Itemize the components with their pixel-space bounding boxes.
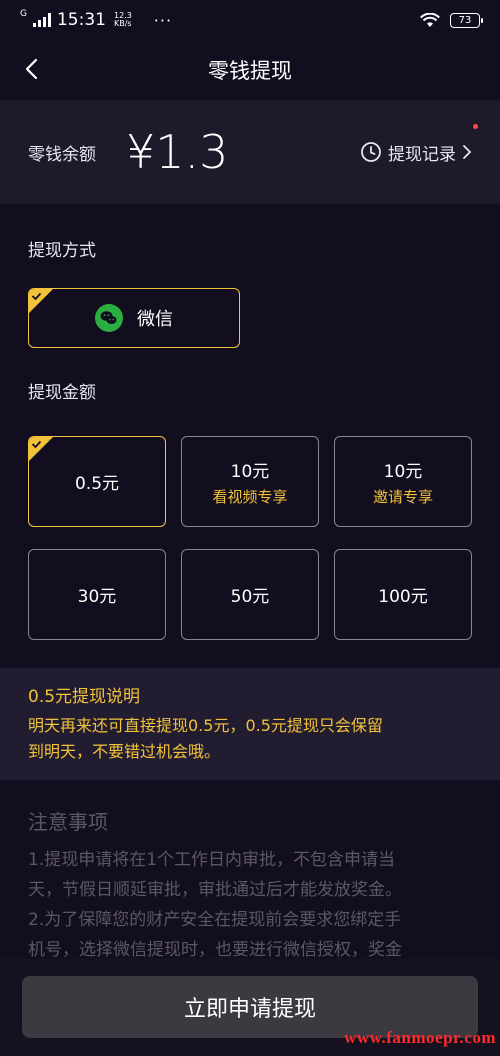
withdraw-record-link[interactable]: 提现记录 xyxy=(360,123,478,165)
amount-option-10-invite[interactable]: 10元 邀请专享 xyxy=(334,436,472,527)
balance-amount: ¥1.3 xyxy=(126,125,229,179)
method-section-title: 提现方式 xyxy=(28,241,96,261)
amount-subtitle: 邀请专享 xyxy=(372,487,433,506)
method-option-wechat[interactable]: 微信 xyxy=(28,288,240,348)
explain-title: 0.5元提现说明 xyxy=(28,687,141,707)
explain-line: 明天再来还可直接提现0.5元，0.5元提现只会保留 xyxy=(28,716,383,735)
watermark: www.fanmoepr.com xyxy=(344,1028,496,1047)
notes-body: 1.提现申请将在1个工作日内审批，不包含申请当 天，节假日顺延审批，审批通过后才… xyxy=(28,845,472,965)
back-button[interactable] xyxy=(16,54,46,84)
net-speed: 12.3 KB/s xyxy=(114,12,132,28)
withdraw-record-label: 提现记录 xyxy=(388,144,456,165)
battery-icon: 73 xyxy=(450,12,483,28)
explain-body: 明天再来还可直接提现0.5元，0.5元提现只会保留 到明天，不要错过机会哦。 xyxy=(28,713,472,765)
amount-value: 0.5元 xyxy=(74,474,120,494)
amount-option-50[interactable]: 50元 xyxy=(181,549,319,640)
notification-dot xyxy=(473,123,478,129)
notes-title: 注意事项 xyxy=(28,810,108,834)
status-bar: G 15:31 12.3 KB/s ··· 73 xyxy=(0,0,500,40)
amount-option-100[interactable]: 100元 xyxy=(334,549,472,640)
wechat-icon xyxy=(95,304,123,332)
balance-label: 零钱余额 xyxy=(28,144,96,165)
explain-line: 到明天，不要错过机会哦。 xyxy=(28,742,221,761)
amount-value: 10元 xyxy=(383,461,423,482)
balance-card: 零钱余额 ¥1.3 提现记录 xyxy=(0,100,500,204)
chevron-right-icon xyxy=(463,145,472,159)
amount-value: 30元 xyxy=(77,587,117,607)
page-title: 零钱提现 xyxy=(208,59,292,83)
chevron-left-icon xyxy=(25,58,38,80)
amount-option-30[interactable]: 30元 xyxy=(28,549,166,640)
clock-icon xyxy=(361,142,381,162)
explain-panel: 0.5元提现说明 明天再来还可直接提现0.5元，0.5元提现只会保留 到明天，不… xyxy=(0,668,500,780)
nav-bar: 零钱提现 xyxy=(0,40,500,100)
status-left: G 15:31 12.3 KB/s ··· xyxy=(20,9,173,30)
amount-value: 100元 xyxy=(378,587,428,607)
wechat-inner: 微信 xyxy=(95,304,173,332)
selected-check-icon xyxy=(29,289,53,313)
notes-line: 天，节假日顺延审批，审批通过后才能发放奖金。 xyxy=(28,880,402,900)
amount-value: 10元 xyxy=(230,461,270,482)
status-right: 73 xyxy=(420,12,483,28)
wifi-icon xyxy=(420,12,440,27)
amount-option-0-5[interactable]: 0.5元 xyxy=(28,436,166,527)
amount-option-10-video[interactable]: 10元 看视频专享 xyxy=(181,436,319,527)
amount-value: 50元 xyxy=(230,587,270,607)
wechat-label: 微信 xyxy=(137,309,173,330)
more-dots-icon: ··· xyxy=(153,10,173,30)
status-time: 15:31 xyxy=(56,10,106,30)
amount-section-title: 提现金额 xyxy=(28,383,96,403)
net-speed-unit: KB/s xyxy=(113,19,132,28)
notes-line: 1.提现申请将在1个工作日内审批，不包含申请当 xyxy=(28,850,396,870)
carrier-label: G xyxy=(20,9,27,19)
notes-line: 2.为了保障您的财产安全在提现前会要求您绑定手 xyxy=(28,910,402,930)
signal-icon xyxy=(32,13,51,27)
notes-section: 注意事项 1.提现申请将在1个工作日内审批，不包含申请当 天，节假日顺延审批，审… xyxy=(28,806,472,965)
amount-subtitle: 看视频专享 xyxy=(212,487,288,506)
selected-check-icon xyxy=(29,437,53,461)
